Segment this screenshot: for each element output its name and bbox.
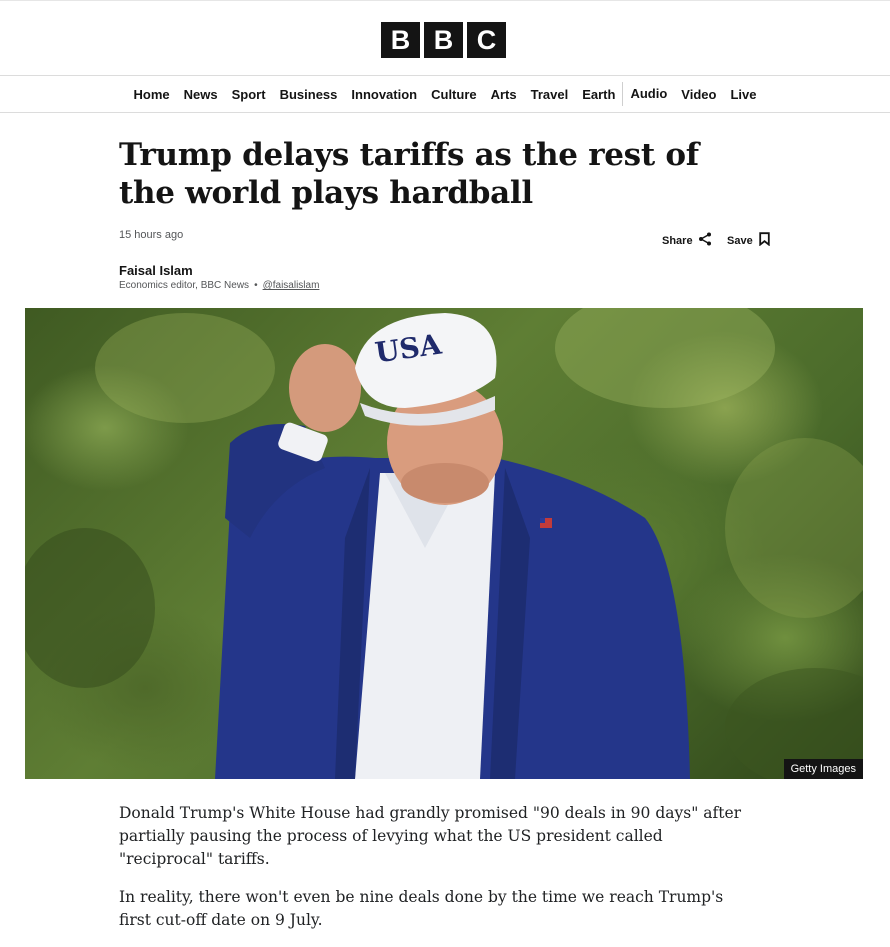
nav-item-travel[interactable]: Travel (524, 76, 576, 113)
nav-item-news[interactable]: News (177, 76, 225, 113)
author-handle-link[interactable]: @faisalislam (263, 280, 320, 291)
masthead: B B C (0, 0, 890, 76)
nav-item-innovation[interactable]: Innovation (344, 76, 424, 113)
article-timestamp: 15 hours ago (119, 229, 184, 241)
nav-item-sport[interactable]: Sport (225, 76, 273, 113)
bullet-separator: • (254, 280, 258, 291)
article-headline: Trump delays tariffs as the rest of the … (119, 137, 699, 211)
author-name[interactable]: Faisal Islam (119, 263, 193, 278)
nav-item-earth[interactable]: Earth (575, 76, 622, 113)
share-label: Share (662, 234, 693, 247)
save-label: Save (727, 234, 753, 247)
hero-illustration (25, 308, 863, 779)
nav-item-video[interactable]: Video (674, 76, 723, 113)
nav-item-culture[interactable]: Culture (424, 76, 484, 113)
nav-item-home[interactable]: Home (127, 76, 177, 113)
logo-letter-2: B (424, 22, 463, 58)
nav-item-arts[interactable]: Arts (484, 76, 524, 113)
article-paragraph: In reality, there won't even be nine dea… (119, 888, 724, 929)
logo-letter-1: B (381, 22, 420, 58)
nav-item-audio[interactable]: Audio (622, 82, 674, 106)
save-button[interactable]: Save (727, 232, 770, 249)
share-icon (698, 232, 712, 249)
bookmark-icon (759, 232, 770, 249)
nav-item-live[interactable]: Live (723, 76, 763, 113)
image-credit: Getty Images (783, 759, 863, 779)
author-meta: Economics editor, BBC News • @faisalisla… (119, 280, 319, 291)
bbc-logo[interactable]: B B C (381, 22, 506, 58)
main-nav: Home News Sport Business Innovation Cult… (0, 76, 890, 113)
article-paragraph: Donald Trump's White House had grandly p… (119, 804, 742, 868)
share-button[interactable]: Share (662, 232, 712, 249)
logo-letter-3: C (467, 22, 506, 58)
hero-image: USA Getty Images (25, 308, 863, 779)
nav-item-business[interactable]: Business (273, 76, 345, 113)
author-role: Economics editor, BBC News (119, 280, 250, 291)
